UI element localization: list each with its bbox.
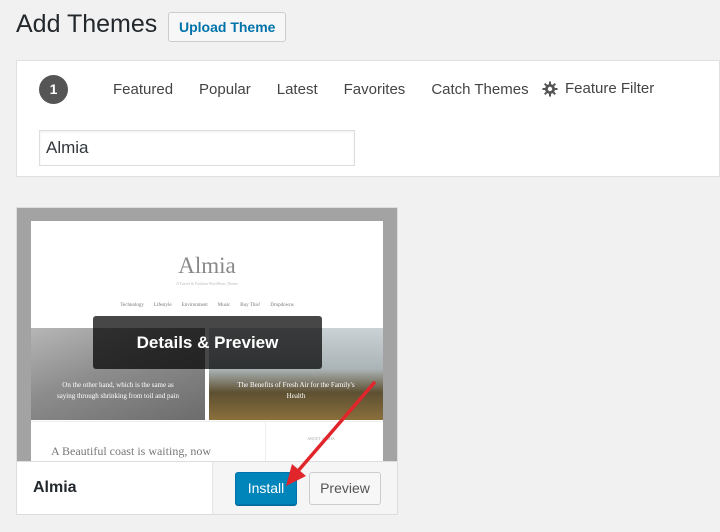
screenshot-tagline: A Travel & Fashion WordPress Theme — [176, 281, 238, 286]
screenshot-divider — [265, 422, 266, 461]
filter-links: Featured Popular Latest Favorites Catch … — [113, 81, 555, 98]
theme-actions: Install Preview — [212, 462, 397, 514]
screenshot-side-text: ABOUT ALMIA — [307, 436, 335, 441]
upload-theme-button[interactable]: Upload Theme — [168, 12, 287, 42]
screenshot-nav-item: Technology — [120, 303, 144, 308]
gear-icon — [542, 81, 558, 96]
preview-button[interactable]: Preview — [309, 472, 381, 505]
screenshot-site-title: Almia — [178, 253, 236, 278]
filter-link-favorites[interactable]: Favorites — [344, 81, 406, 98]
theme-screenshot[interactable]: Almia A Travel & Fashion WordPress Theme… — [17, 208, 397, 461]
filter-link-popular[interactable]: Popular — [199, 81, 251, 98]
screenshot-nav-item: Buy This! — [240, 303, 261, 308]
feature-filter-label: Feature Filter — [565, 80, 655, 97]
theme-count-badge: 1 — [39, 75, 68, 104]
page-title: Add Themes — [16, 10, 158, 38]
theme-search-input[interactable] — [39, 130, 355, 166]
screenshot-nav: Technology Lifestyle Environment Music B… — [31, 303, 383, 308]
screenshot-nav-item: Environment — [181, 303, 208, 308]
screenshot-caption-left: On the other hand, which is the same as … — [56, 381, 180, 400]
filter-link-catch-themes[interactable]: Catch Themes — [431, 81, 528, 98]
theme-card[interactable]: Almia A Travel & Fashion WordPress Theme… — [16, 207, 398, 515]
theme-name: Almia — [33, 479, 77, 496]
screenshot-caption-right: The Benefits of Fresh Air for the Family… — [237, 381, 355, 400]
screenshot-quote: A Beautiful coast is waiting, now — [51, 444, 211, 458]
install-button[interactable]: Install — [235, 472, 297, 505]
screenshot-content: A Beautiful coast is waiting, now ABOUT … — [31, 421, 383, 461]
feature-filter-button[interactable]: Feature Filter — [542, 80, 654, 97]
screenshot-nav-item: Dropdowns — [270, 303, 294, 308]
screenshot-nav-item: Music — [217, 303, 231, 308]
theme-card-footer: Almia Install Preview — [17, 461, 397, 514]
theme-filter-bar: 1 Featured Popular Latest Favorites Catc… — [16, 60, 720, 177]
screenshot-nav-item: Lifestyle — [153, 303, 172, 308]
details-preview-button[interactable]: Details & Preview — [93, 316, 322, 369]
filter-link-latest[interactable]: Latest — [277, 81, 318, 98]
filter-link-featured[interactable]: Featured — [113, 81, 173, 98]
